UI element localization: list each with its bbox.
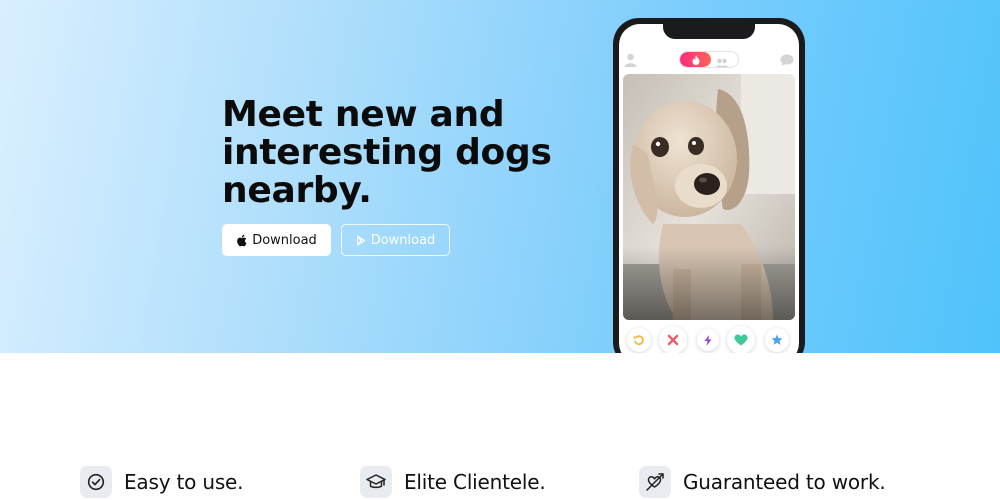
star-icon (771, 334, 783, 345)
messages-icon[interactable] (780, 52, 795, 71)
graduation-cap-icon (360, 466, 392, 498)
phone-notch (663, 24, 755, 39)
like-button[interactable] (727, 326, 755, 353)
play-store-icon (356, 234, 365, 246)
hero-section: Meet new and interesting dogs nearby. Do… (0, 0, 1000, 353)
dog-profile-photo[interactable] (623, 74, 795, 320)
download-google-play-button[interactable]: Download (341, 224, 450, 256)
feature-guaranteed-to-work: Guaranteed to work. (639, 465, 886, 499)
nope-button[interactable] (659, 326, 687, 353)
people-icon (716, 58, 728, 67)
flame-icon (692, 54, 699, 65)
feature-label: Easy to use. (124, 470, 244, 494)
mode-toggle[interactable] (679, 51, 739, 68)
flame-mode-option[interactable] (680, 52, 711, 67)
phone-screen (619, 24, 799, 353)
heart-arrow-icon (639, 466, 671, 498)
rewind-button[interactable] (627, 328, 651, 352)
close-icon (667, 334, 679, 346)
download-google-play-label: Download (370, 232, 436, 248)
phone-mockup (613, 18, 805, 353)
feature-label: Elite Clientele. (404, 470, 546, 494)
hero-headline: Meet new and interesting dogs nearby. (222, 94, 552, 211)
profile-icon[interactable] (624, 52, 637, 71)
heart-icon (734, 334, 748, 346)
people-mode-option[interactable] (715, 54, 729, 67)
apple-icon (237, 234, 247, 246)
super-like-button[interactable] (765, 328, 789, 352)
boost-button[interactable] (697, 329, 719, 351)
check-circle-icon (80, 466, 112, 498)
feature-easy-to-use: Easy to use. (80, 465, 244, 499)
feature-label: Guaranteed to work. (683, 470, 886, 494)
download-app-store-button[interactable]: Download (222, 224, 331, 256)
lightning-icon (704, 334, 712, 346)
feature-elite-clientele: Elite Clientele. (360, 465, 546, 499)
download-app-store-label: Download (252, 232, 317, 248)
rewind-icon (633, 335, 644, 346)
swipe-actions-bar (619, 326, 799, 353)
